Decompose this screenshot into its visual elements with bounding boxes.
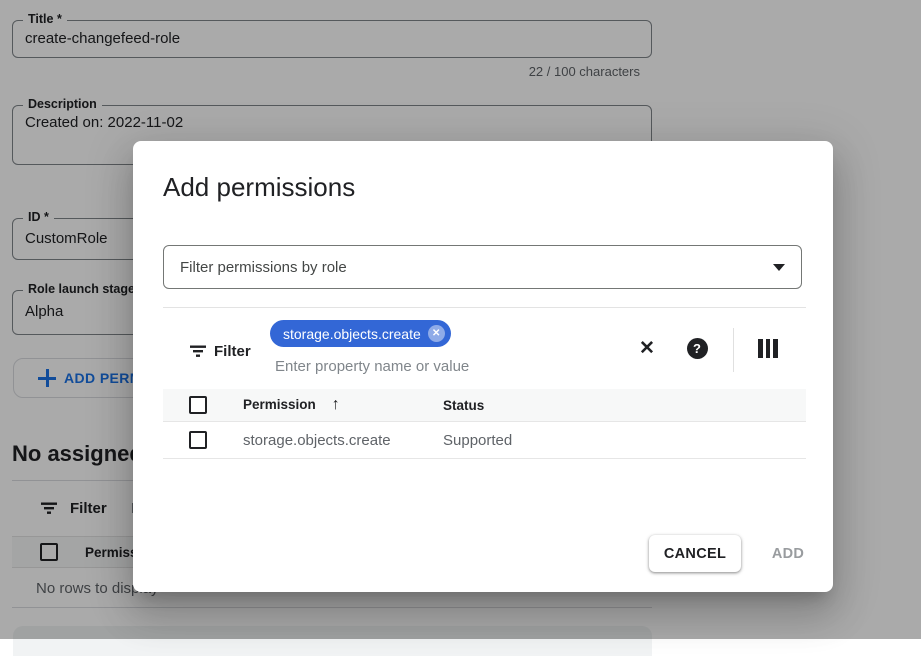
filter-group: Filter	[189, 342, 251, 360]
permissions-filter-toolbar: Filter storage.objects.create ✕ Enter pr…	[163, 307, 806, 389]
row-permission-cell: storage.objects.create	[243, 432, 391, 449]
filter-chip-storage-objects-create[interactable]: storage.objects.create ✕	[270, 320, 451, 347]
permissions-table-header: Permission↑ Status	[163, 389, 806, 422]
column-display-options-icon[interactable]	[756, 336, 780, 360]
table-row[interactable]: storage.objects.create Supported	[163, 422, 806, 459]
filter-label: Filter	[214, 343, 251, 360]
cancel-button[interactable]: CANCEL	[649, 535, 741, 572]
add-permissions-dialog: Add permissions Filter permissions by ro…	[133, 141, 833, 592]
chip-remove-icon[interactable]: ✕	[428, 325, 445, 342]
row-checkbox[interactable]	[189, 431, 207, 449]
clear-filters-icon[interactable]: ✕	[635, 336, 659, 360]
permissions-table: Permission↑ Status storage.objects.creat…	[163, 389, 806, 459]
help-icon[interactable]: ?	[685, 336, 709, 360]
status-column-header: Status	[443, 398, 484, 413]
filter-by-role-placeholder: Filter permissions by role	[180, 259, 773, 276]
filter-input-placeholder[interactable]: Enter property name or value	[275, 358, 469, 375]
create-role-page: Title * create-changefeed-role 22 / 100 …	[0, 0, 921, 639]
toolbar-divider	[733, 328, 734, 372]
add-button[interactable]: ADD	[763, 535, 813, 572]
filter-chip-label: storage.objects.create	[283, 326, 421, 342]
dialog-title: Add permissions	[163, 172, 355, 203]
sort-ascending-icon: ↑	[332, 396, 340, 413]
filter-icon	[189, 342, 207, 360]
filter-by-role-dropdown[interactable]: Filter permissions by role	[163, 245, 802, 289]
permission-column-header[interactable]: Permission↑	[243, 396, 340, 414]
select-all-checkbox[interactable]	[189, 396, 207, 414]
row-status-cell: Supported	[443, 432, 512, 449]
chevron-down-icon	[773, 264, 785, 271]
